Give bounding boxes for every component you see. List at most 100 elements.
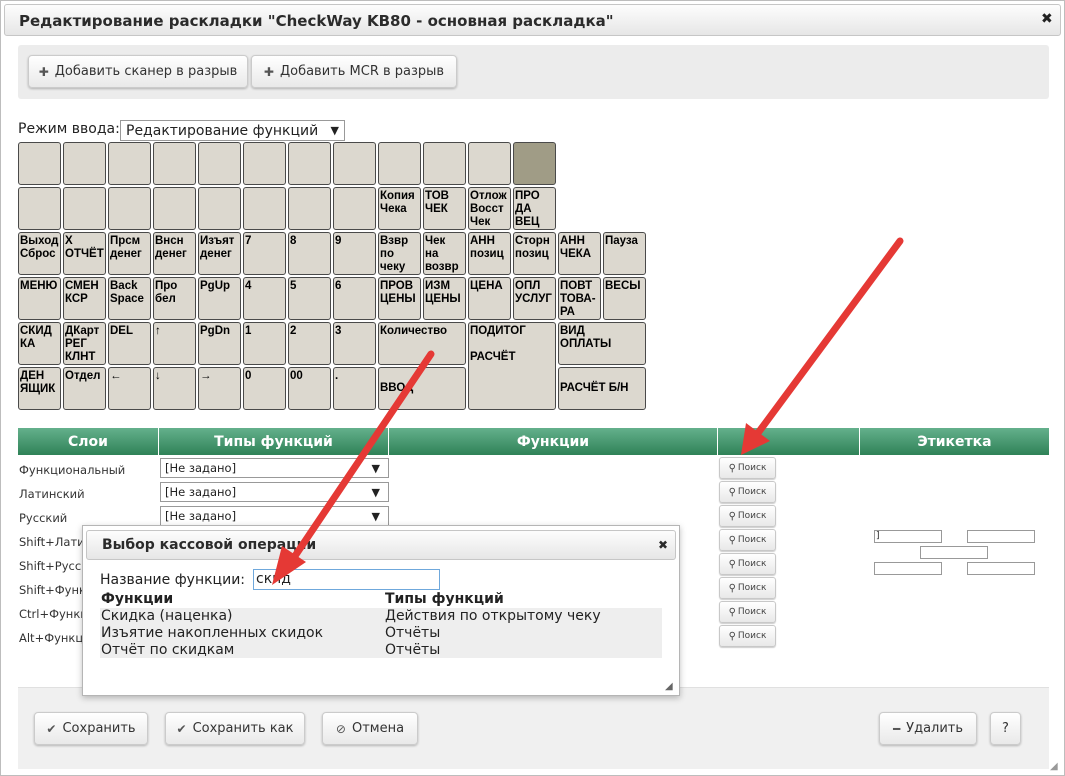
delete-button[interactable]: ━ Удалить xyxy=(879,712,977,745)
mode-select[interactable]: Редактирование функций ▼ xyxy=(120,120,345,141)
save-as-button[interactable]: ✔ Сохранить как xyxy=(165,712,305,745)
keyboard-key[interactable] xyxy=(333,142,376,185)
keyboard-key[interactable]: Количество xyxy=(378,322,466,365)
keyboard-key[interactable]: АНН позиц xyxy=(468,232,511,275)
keyboard-key[interactable]: МЕНЮ xyxy=(18,277,61,320)
keyboard-key[interactable]: DEL xyxy=(108,322,151,365)
keyboard-key[interactable]: X ОТЧЁТ xyxy=(63,232,106,275)
function-name-input[interactable]: скид xyxy=(253,569,440,590)
keyboard-key[interactable] xyxy=(243,142,286,185)
keyboard-key[interactable]: ТОВ ЧЕК xyxy=(423,187,466,230)
keyboard-key[interactable]: СКИД КА xyxy=(18,322,61,365)
keyboard-key[interactable]: Чек на возвр xyxy=(423,232,466,275)
keyboard-key[interactable]: Отлож Восст Чек xyxy=(468,187,511,230)
keyboard-key[interactable]: PgUp xyxy=(198,277,241,320)
label-field[interactable] xyxy=(967,530,1035,543)
keyboard-key[interactable]: Про бел xyxy=(153,277,196,320)
label-field[interactable] xyxy=(874,562,942,575)
label-field[interactable] xyxy=(967,562,1035,575)
keyboard-key[interactable] xyxy=(198,187,241,230)
keyboard-key[interactable]: Back Space xyxy=(108,277,151,320)
keyboard-key[interactable]: PgDn xyxy=(198,322,241,365)
keyboard-key[interactable]: ↑ xyxy=(153,322,196,365)
keyboard-key[interactable]: 0 xyxy=(243,367,286,410)
function-type-select[interactable]: [Не задано] ▼ xyxy=(160,506,389,526)
keyboard-key[interactable]: 8 xyxy=(288,232,331,275)
cancel-button[interactable]: ⊘ Отмена xyxy=(322,712,418,745)
search-button[interactable]: ⚲ Поиск xyxy=(719,505,776,527)
keyboard-key[interactable]: 00 xyxy=(288,367,331,410)
keyboard-key[interactable]: Взвр по чеку xyxy=(378,232,421,275)
add-mcr-button[interactable]: ✚ Добавить MCR в разрыв xyxy=(251,55,457,88)
keyboard-key[interactable]: ← xyxy=(108,367,151,410)
search-button[interactable]: ⚲ Поиск xyxy=(719,625,776,647)
close-icon[interactable]: ✖ xyxy=(658,538,668,552)
resize-grip-icon[interactable]: ◢ xyxy=(1050,761,1058,772)
list-item[interactable]: Скидка (наценка) Действия по открытому че… xyxy=(100,608,662,625)
list-item[interactable]: Отчёт по скидкам Отчёты xyxy=(100,642,662,659)
keyboard-key[interactable]: ВВОД xyxy=(378,367,466,410)
help-button[interactable]: ? xyxy=(990,712,1021,745)
keyboard-key[interactable]: ДЕН ЯЩИК xyxy=(18,367,61,410)
keyboard-key[interactable]: ↓ xyxy=(153,367,196,410)
keyboard-key[interactable]: 6 xyxy=(333,277,376,320)
keyboard-key[interactable]: 5 xyxy=(288,277,331,320)
keyboard-key[interactable] xyxy=(18,187,61,230)
keyboard-key[interactable]: Отдел xyxy=(63,367,106,410)
keyboard-key[interactable]: Изъят денег xyxy=(198,232,241,275)
keyboard-key[interactable]: ДКарт РЕГ КЛНТ xyxy=(63,322,106,365)
keyboard-key[interactable] xyxy=(288,187,331,230)
keyboard-key[interactable] xyxy=(378,142,421,185)
add-scanner-button[interactable]: ✚ Добавить сканер в разрыв xyxy=(28,55,248,88)
keyboard-key[interactable]: Пауза xyxy=(603,232,646,275)
keyboard-key[interactable] xyxy=(468,142,511,185)
keyboard-key[interactable] xyxy=(513,142,556,185)
keyboard-key[interactable]: 1 xyxy=(243,322,286,365)
keyboard-key[interactable]: ВЕСЫ xyxy=(603,277,646,320)
keyboard-key[interactable]: Прсм денег xyxy=(108,232,151,275)
search-button[interactable]: ⚲ Поиск xyxy=(719,457,776,479)
keyboard-key[interactable] xyxy=(18,142,61,185)
keyboard-key[interactable] xyxy=(288,142,331,185)
keyboard-key[interactable] xyxy=(153,142,196,185)
keyboard-key[interactable] xyxy=(333,187,376,230)
keyboard-key[interactable]: АНН ЧЕКА xyxy=(558,232,601,275)
keyboard-key[interactable]: ИЗМ ЦЕНЫ xyxy=(423,277,466,320)
keyboard-key[interactable]: ЦЕНА xyxy=(468,277,511,320)
resize-grip-icon[interactable]: ◢ xyxy=(665,681,673,692)
keyboard-key[interactable] xyxy=(243,187,286,230)
keyboard-key[interactable]: 7 xyxy=(243,232,286,275)
keyboard-key[interactable]: Сторн позиц xyxy=(513,232,556,275)
keyboard-key[interactable]: ПОВТ ТОВА- РА xyxy=(558,277,601,320)
keyboard-key[interactable]: РАСЧЁТ Б/Н xyxy=(558,367,646,410)
search-button[interactable]: ⚲ Поиск xyxy=(719,481,776,503)
search-button[interactable]: ⚲ Поиск xyxy=(719,601,776,623)
keyboard-key[interactable]: 3 xyxy=(333,322,376,365)
keyboard-key[interactable]: ПОДИТОГ РАСЧЁТ xyxy=(468,322,556,410)
search-button[interactable]: ⚲ Поиск xyxy=(719,577,776,599)
keyboard-key[interactable] xyxy=(108,142,151,185)
list-item[interactable]: Изъятие накопленных скидок Отчёты xyxy=(100,625,662,642)
search-button[interactable]: ⚲ Поиск xyxy=(719,529,776,551)
keyboard-key[interactable]: ВИД ОПЛАТЫ xyxy=(558,322,646,365)
keyboard-key[interactable]: . xyxy=(333,367,376,410)
keyboard-key[interactable]: → xyxy=(198,367,241,410)
keyboard-key[interactable]: ПРО ДА ВЕЦ xyxy=(513,187,556,230)
keyboard-key[interactable]: СМЕН КСР xyxy=(63,277,106,320)
keyboard-key[interactable]: Внсн денег xyxy=(153,232,196,275)
search-button[interactable]: ⚲ Поиск xyxy=(719,553,776,575)
keyboard-key[interactable] xyxy=(63,187,106,230)
function-type-select[interactable]: [Не задано] ▼ xyxy=(160,482,389,502)
keyboard-key[interactable] xyxy=(153,187,196,230)
keyboard-key[interactable]: Выход Сброс xyxy=(18,232,61,275)
keyboard-key[interactable]: 2 xyxy=(288,322,331,365)
keyboard-key[interactable] xyxy=(423,142,466,185)
keyboard-key[interactable]: ПРОВ ЦЕНЫ xyxy=(378,277,421,320)
keyboard-key[interactable] xyxy=(63,142,106,185)
keyboard-key[interactable]: 9 xyxy=(333,232,376,275)
label-field[interactable] xyxy=(920,546,988,559)
close-icon[interactable]: ✖ xyxy=(1041,11,1053,27)
label-field[interactable]: ] xyxy=(874,530,942,543)
keyboard-key[interactable] xyxy=(198,142,241,185)
keyboard-key[interactable]: 4 xyxy=(243,277,286,320)
